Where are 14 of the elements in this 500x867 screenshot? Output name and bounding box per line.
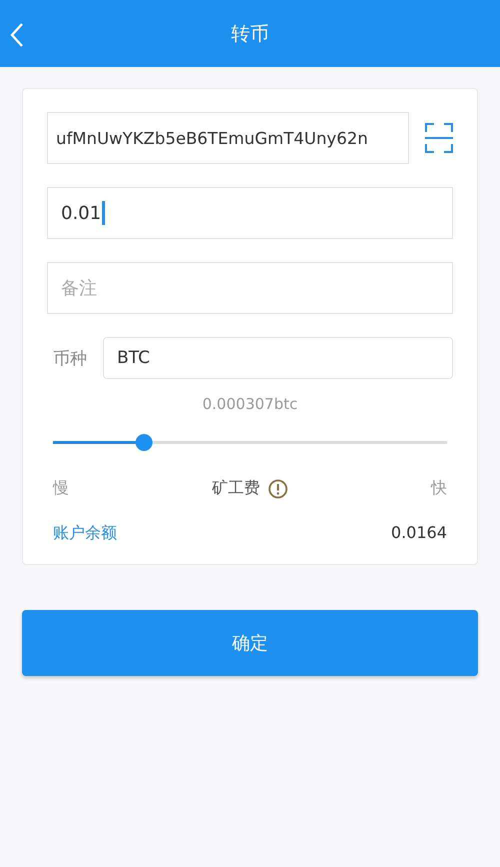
balance-value: 0.0164: [391, 523, 447, 544]
fee-reading: 0.000307btc: [202, 395, 298, 413]
scan-icon[interactable]: [425, 123, 453, 153]
slow-label: 慢: [53, 478, 69, 499]
currency-field[interactable]: BTC: [103, 337, 453, 379]
amount-field[interactable]: 0.01: [47, 187, 453, 239]
info-icon[interactable]: [268, 478, 288, 498]
page-title: 转币: [231, 22, 269, 46]
address-field[interactable]: ufMnUwYKZb5eB6TEmuGmT4Uny62n: [47, 112, 409, 164]
back-icon: [10, 22, 24, 48]
fee-label: 矿工费: [212, 478, 260, 499]
currency-label: 币种: [53, 348, 87, 370]
fast-label: 快: [431, 478, 447, 499]
slider-thumb[interactable]: [135, 434, 152, 451]
